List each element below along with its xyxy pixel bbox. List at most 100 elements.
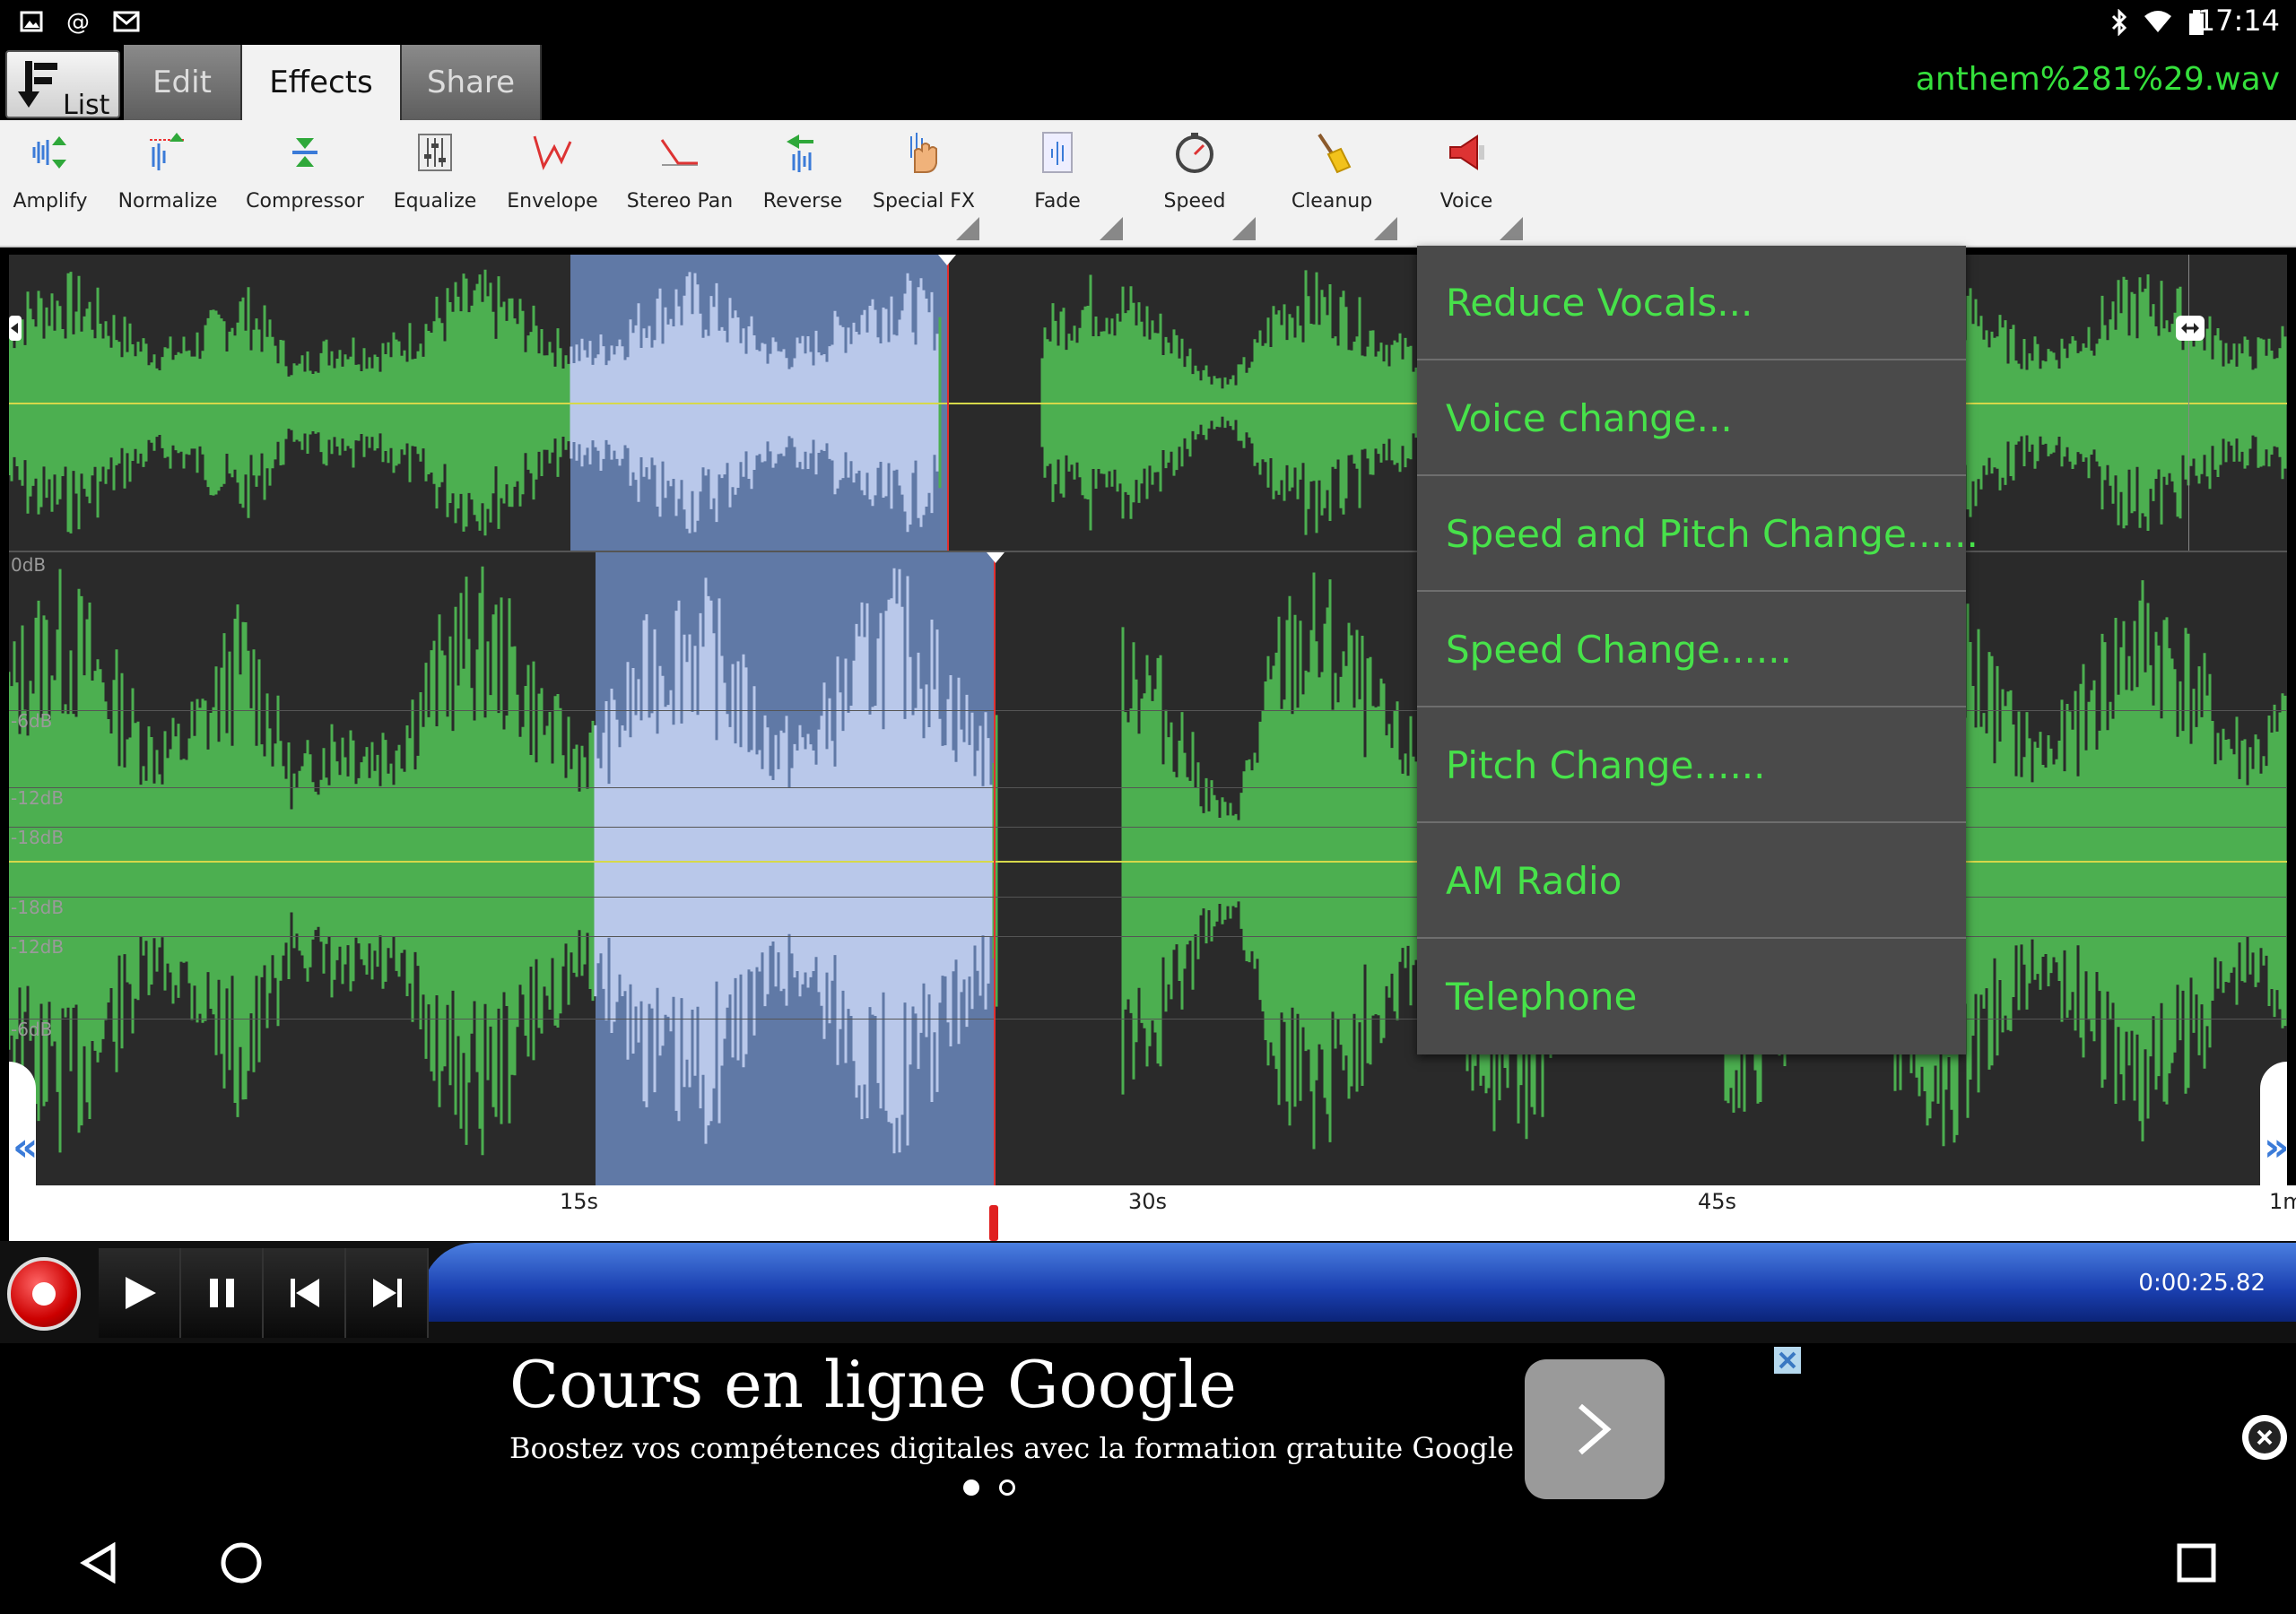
submenu-indicator-icon — [1374, 217, 1397, 240]
db-label: -6dB — [11, 1019, 53, 1040]
db-label: -6dB — [11, 710, 53, 732]
menu-item-speed-and-pitch-change[interactable]: Speed and Pitch Change...... — [1417, 477, 1979, 592]
resize-handle-left-icon[interactable] — [9, 316, 22, 341]
scroll-right-button[interactable]: » — [2260, 1062, 2287, 1185]
carousel-dot-active[interactable] — [963, 1480, 979, 1496]
reverse-icon — [787, 134, 813, 172]
equalize-icon — [418, 134, 452, 171]
ad-subtitle[interactable]: Boostez vos compétences digitales avec l… — [509, 1431, 1514, 1465]
submenu-indicator-icon — [1500, 217, 1523, 240]
envelope-label: Envelope — [507, 190, 598, 213]
playback-cursor[interactable] — [994, 552, 996, 1185]
amplify-label: Amplify — [13, 190, 88, 213]
resize-handle-icon[interactable] — [2176, 316, 2205, 341]
play-button[interactable] — [99, 1248, 181, 1338]
menu-item-speed-change[interactable]: Speed Change...... — [1417, 593, 1966, 707]
stereo-pan-button[interactable]: Stereo Pan — [622, 120, 737, 246]
ad-title[interactable]: Cours en ligne Google — [509, 1347, 1237, 1422]
speed-label: Speed — [1163, 190, 1226, 213]
playback-progress-bar[interactable]: 0:00:25.82 — [422, 1243, 2296, 1322]
record-button[interactable] — [0, 1241, 93, 1343]
compressor-icon — [292, 138, 317, 167]
compressor-button[interactable]: Compressor — [239, 120, 371, 246]
home-icon[interactable] — [219, 1540, 264, 1585]
voice-button[interactable]: Voice — [1408, 120, 1525, 246]
close-icon — [1779, 1351, 1796, 1369]
reverse-label: Reverse — [762, 190, 843, 213]
submenu-indicator-icon — [956, 217, 979, 240]
skip-to-start-button[interactable] — [264, 1248, 346, 1338]
record-dot — [32, 1282, 56, 1306]
ad-banner[interactable]: Cours en ligne Google Boostez vos compét… — [0, 1343, 2296, 1505]
db-label: -12dB — [11, 787, 65, 809]
tab-edit[interactable]: Edit — [124, 45, 242, 120]
amplify-icon — [32, 136, 66, 169]
effects-toolbar: Amplify Normalize Compressor Equalize En… — [0, 120, 2296, 247]
at-sign-notification-icon: @ — [66, 9, 90, 36]
bluetooth-icon — [2106, 8, 2133, 37]
carousel-dot[interactable] — [999, 1480, 1015, 1496]
fade-button[interactable]: Fade — [990, 120, 1125, 246]
compressor-label: Compressor — [246, 190, 364, 213]
cleanup-button[interactable]: Cleanup — [1265, 120, 1399, 246]
menu-item-pitch-change[interactable]: Pitch Change...... — [1417, 708, 1966, 823]
speed-icon — [1176, 133, 1213, 173]
stereo-pan-icon — [660, 139, 698, 166]
normalize-label: Normalize — [117, 190, 218, 213]
amplify-button[interactable]: Amplify — [0, 120, 100, 246]
clock: 17:14 — [2196, 4, 2280, 38]
menu-item-voice-change[interactable]: Voice change... — [1417, 361, 1966, 476]
selection-end-marker[interactable] — [947, 255, 949, 551]
wifi-icon — [2144, 9, 2171, 36]
speed-button[interactable]: Speed — [1132, 120, 1257, 246]
skip-back-icon — [291, 1279, 319, 1307]
ad-choices-close-button[interactable] — [1774, 1347, 1801, 1374]
menu-item-reduce-vocals[interactable]: Reduce Vocals... — [1417, 246, 1966, 360]
db-label: -18dB — [11, 897, 65, 918]
skip-forward-icon — [373, 1279, 402, 1307]
timeline-tick: 15s — [560, 1189, 599, 1214]
envelope-icon — [533, 135, 572, 170]
status-bar: @ 17:14 — [0, 0, 2296, 45]
fade-icon — [1042, 132, 1073, 173]
special-fx-icon — [910, 133, 937, 173]
voice-label: Voice — [1439, 190, 1493, 213]
tab-share[interactable]: Share — [402, 45, 542, 120]
pause-button[interactable] — [181, 1248, 264, 1338]
marker-handle-icon[interactable] — [987, 552, 1004, 563]
mail-notification-icon — [113, 9, 140, 36]
back-icon[interactable] — [79, 1542, 118, 1584]
db-label: -12dB — [11, 936, 65, 958]
playback-time: 0:00:25.82 — [2138, 1270, 2266, 1297]
special-fx-button[interactable]: Special FX — [866, 120, 981, 246]
reverse-button[interactable]: Reverse — [752, 120, 854, 246]
list-button[interactable]: List — [5, 50, 120, 121]
menu-item-telephone[interactable]: Telephone — [1417, 940, 1966, 1054]
recents-icon[interactable] — [2176, 1542, 2217, 1584]
equalize-button[interactable]: Equalize — [384, 120, 486, 246]
ad-dismiss-button[interactable] — [2242, 1415, 2287, 1460]
skip-to-end-button[interactable] — [346, 1248, 429, 1338]
gallery-notification-icon — [18, 9, 45, 36]
timeline-ruler[interactable]: 15s 30s 45s 1m — [9, 1185, 2296, 1241]
menu-item-am-radio[interactable]: AM Radio — [1417, 824, 1966, 939]
timeline-tick: 1m — [2269, 1189, 2296, 1214]
tab-effects[interactable]: Effects — [242, 45, 402, 120]
chevron-double-left-icon: « — [13, 1124, 39, 1170]
ad-open-button[interactable] — [1525, 1359, 1665, 1499]
normalize-button[interactable]: Normalize — [106, 120, 230, 246]
scroll-left-button[interactable]: « — [9, 1062, 39, 1185]
view-end-line — [2188, 255, 2189, 551]
chevron-right-icon — [1578, 1403, 1612, 1455]
file-name: anthem%281%29.wav — [1915, 61, 2280, 98]
cleanup-icon — [1318, 133, 1352, 174]
playhead-indicator[interactable] — [989, 1205, 998, 1241]
tab-bar: List Edit Effects Share anthem%281%29.wa… — [0, 45, 2296, 121]
normalize-icon — [150, 133, 186, 170]
play-icon — [126, 1277, 156, 1309]
cleanup-label: Cleanup — [1291, 190, 1373, 213]
envelope-button[interactable]: Envelope — [499, 120, 606, 246]
voice-effects-menu: Reduce Vocals... Voice change... Speed a… — [1417, 246, 1979, 1054]
marker-handle-icon[interactable] — [938, 255, 956, 265]
chevron-double-right-icon: » — [2264, 1124, 2287, 1170]
